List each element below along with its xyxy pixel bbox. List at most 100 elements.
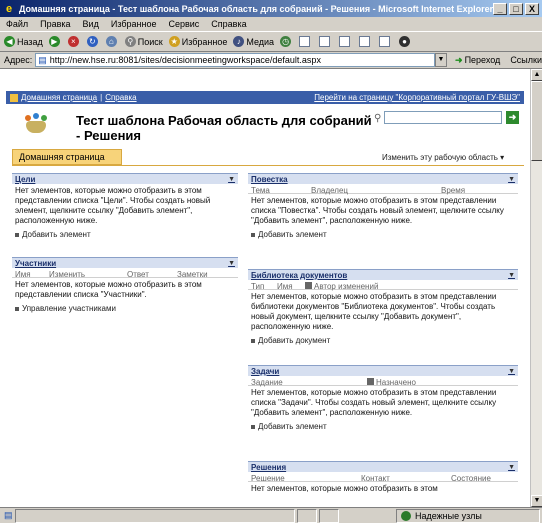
stop-button[interactable]: ×	[67, 36, 81, 47]
docs-title[interactable]: Библиотека документов	[251, 271, 347, 280]
col-notes[interactable]: Заметки	[177, 270, 227, 279]
decisions-menu-icon[interactable]: ▼	[508, 464, 515, 471]
agenda-empty-text: Нет элементов, которые можно отобразить …	[251, 196, 504, 225]
tasks-add-link[interactable]: Добавить элемент	[248, 420, 518, 433]
mail-button[interactable]	[299, 36, 313, 47]
menu-view[interactable]: Вид	[83, 19, 99, 29]
messenger-button[interactable]: ●	[399, 36, 412, 47]
sort-icon	[305, 282, 312, 289]
favorites-button[interactable]: ★ Избранное	[168, 36, 227, 47]
col-modified-by[interactable]: Автор изменений	[305, 282, 425, 291]
edit-button[interactable]	[339, 36, 353, 47]
research-button[interactable]	[379, 36, 393, 47]
agenda-add-link[interactable]: Добавить элемент	[248, 228, 518, 241]
search-input[interactable]	[384, 111, 502, 124]
trusted-zone-icon	[401, 511, 411, 521]
tab-home[interactable]: Домашняя страница	[12, 149, 122, 165]
page-title: Тест шаблона Рабочая область для собрани…	[76, 113, 372, 143]
decisions-empty-text: Нет элементов, которые можно отобразить …	[251, 484, 438, 493]
media-button[interactable]: ♪ Медиа	[233, 36, 274, 47]
col-response[interactable]: Ответ	[127, 270, 177, 279]
address-url: http://new.hse.ru:8081/sites/decisionmee…	[49, 55, 321, 65]
participants-header: Имя Изменить Ответ Заметки	[12, 268, 238, 279]
forward-button[interactable]: ▶	[48, 36, 62, 47]
col-edit[interactable]: Изменить	[49, 270, 127, 279]
agenda-menu-icon[interactable]: ▼	[508, 176, 515, 183]
star-icon: ★	[168, 36, 180, 47]
scroll-up-icon[interactable]: ▲	[531, 69, 542, 81]
page-status-icon: ▤	[4, 510, 13, 520]
participants-title[interactable]: Участники	[15, 259, 56, 268]
breadcrumb-help-link[interactable]: Справка	[105, 93, 136, 102]
history-button[interactable]: ◷	[280, 36, 293, 47]
menu-help[interactable]: Справка	[211, 19, 246, 29]
search-icon: ⚲	[374, 113, 382, 124]
back-arrow-icon: ◀	[4, 36, 15, 47]
search-button[interactable]: ⚲ Поиск	[124, 36, 163, 47]
edit-workspace-menu[interactable]: Изменить эту рабочую область ▾	[382, 153, 504, 162]
col-name[interactable]: Имя	[15, 270, 49, 279]
tasks-title[interactable]: Задачи	[251, 367, 279, 376]
address-input[interactable]: ▤ http://new.hse.ru:8081/sites/decisionm…	[35, 53, 436, 67]
address-dropdown-button[interactable]: ▼	[435, 53, 448, 67]
col-owner[interactable]: Владелец	[311, 186, 441, 195]
go-button[interactable]: ➜ Переход	[455, 55, 500, 66]
goals-webpart: Цели ▼ Нет элементов, которые можно отобр…	[12, 173, 238, 241]
edit-icon	[339, 36, 351, 47]
home-button[interactable]: ⌂	[105, 36, 119, 47]
goals-add-link[interactable]: Добавить элемент	[12, 228, 238, 241]
participants-manage-link[interactable]: Управление участниками	[12, 302, 238, 315]
address-label: Адрес:	[4, 55, 33, 65]
col-assigned[interactable]: Назначено	[367, 378, 487, 387]
docs-add-link[interactable]: Добавить документ	[248, 334, 518, 347]
links-button[interactable]: Ссылки	[510, 55, 542, 65]
window-titlebar: e Домашняя страница - Тест шаблона Рабоч…	[0, 0, 542, 17]
col-doc-name[interactable]: Имя	[277, 282, 305, 291]
discuss-button[interactable]	[359, 36, 373, 47]
print-icon	[319, 36, 331, 47]
col-task[interactable]: Задание	[251, 378, 367, 387]
history-icon: ◷	[280, 36, 292, 47]
col-type[interactable]: Тип	[251, 282, 277, 291]
back-button[interactable]: ◀ Назад	[4, 36, 43, 47]
menu-favorites[interactable]: Избранное	[111, 19, 157, 29]
menu-file[interactable]: Файл	[6, 19, 28, 29]
scroll-thumb[interactable]	[531, 81, 542, 161]
goals-title[interactable]: Цели	[15, 175, 35, 184]
workspace-logo-icon	[24, 113, 48, 135]
search-go-button[interactable]: ➜	[506, 111, 519, 124]
menu-tools[interactable]: Сервис	[168, 19, 199, 29]
goals-menu-icon[interactable]: ▼	[228, 176, 235, 183]
refresh-icon: ↻	[86, 36, 98, 47]
col-contact[interactable]: Контакт	[361, 474, 451, 483]
print-button[interactable]	[319, 36, 333, 47]
maximize-button[interactable]: □	[509, 2, 523, 15]
messenger-icon: ●	[399, 36, 411, 47]
menu-edit[interactable]: Правка	[40, 19, 70, 29]
scroll-down-icon[interactable]: ▼	[531, 495, 542, 507]
docs-header: Тип Имя Автор изменений	[248, 280, 518, 291]
decisions-title[interactable]: Решения	[251, 463, 286, 472]
agenda-title[interactable]: Повестка	[251, 175, 288, 184]
home-icon: ⌂	[105, 36, 117, 47]
refresh-button[interactable]: ↻	[86, 36, 100, 47]
tasks-menu-icon[interactable]: ▼	[508, 368, 515, 375]
docs-webpart: Библиотека документов ▼ Тип Имя Автор изм…	[248, 269, 518, 347]
portal-link[interactable]: Перейти на страницу "Корпоративный порта…	[314, 93, 520, 102]
window-title: Домашняя страница - Тест шаблона Рабочая…	[19, 3, 493, 14]
col-status[interactable]: Состояние	[451, 474, 511, 483]
minimize-button[interactable]: _	[493, 2, 507, 15]
sort-icon	[367, 378, 374, 385]
participants-menu-icon[interactable]: ▼	[228, 260, 235, 267]
bullet-icon	[251, 232, 255, 237]
tasks-header: Задание Назначено	[248, 376, 518, 387]
col-topic[interactable]: Тема	[251, 186, 311, 195]
col-decision[interactable]: Решение	[251, 474, 361, 483]
media-icon: ♪	[233, 36, 245, 47]
breadcrumb-home-link[interactable]: Домашняя страница	[21, 93, 97, 102]
vertical-scrollbar[interactable]: ▲ ▼	[530, 69, 542, 507]
col-time[interactable]: Время	[441, 186, 491, 195]
docs-menu-icon[interactable]: ▼	[508, 272, 515, 279]
close-button[interactable]: X	[525, 2, 539, 15]
docs-empty-text: Нет элементов, которые можно отобразить …	[251, 292, 497, 331]
